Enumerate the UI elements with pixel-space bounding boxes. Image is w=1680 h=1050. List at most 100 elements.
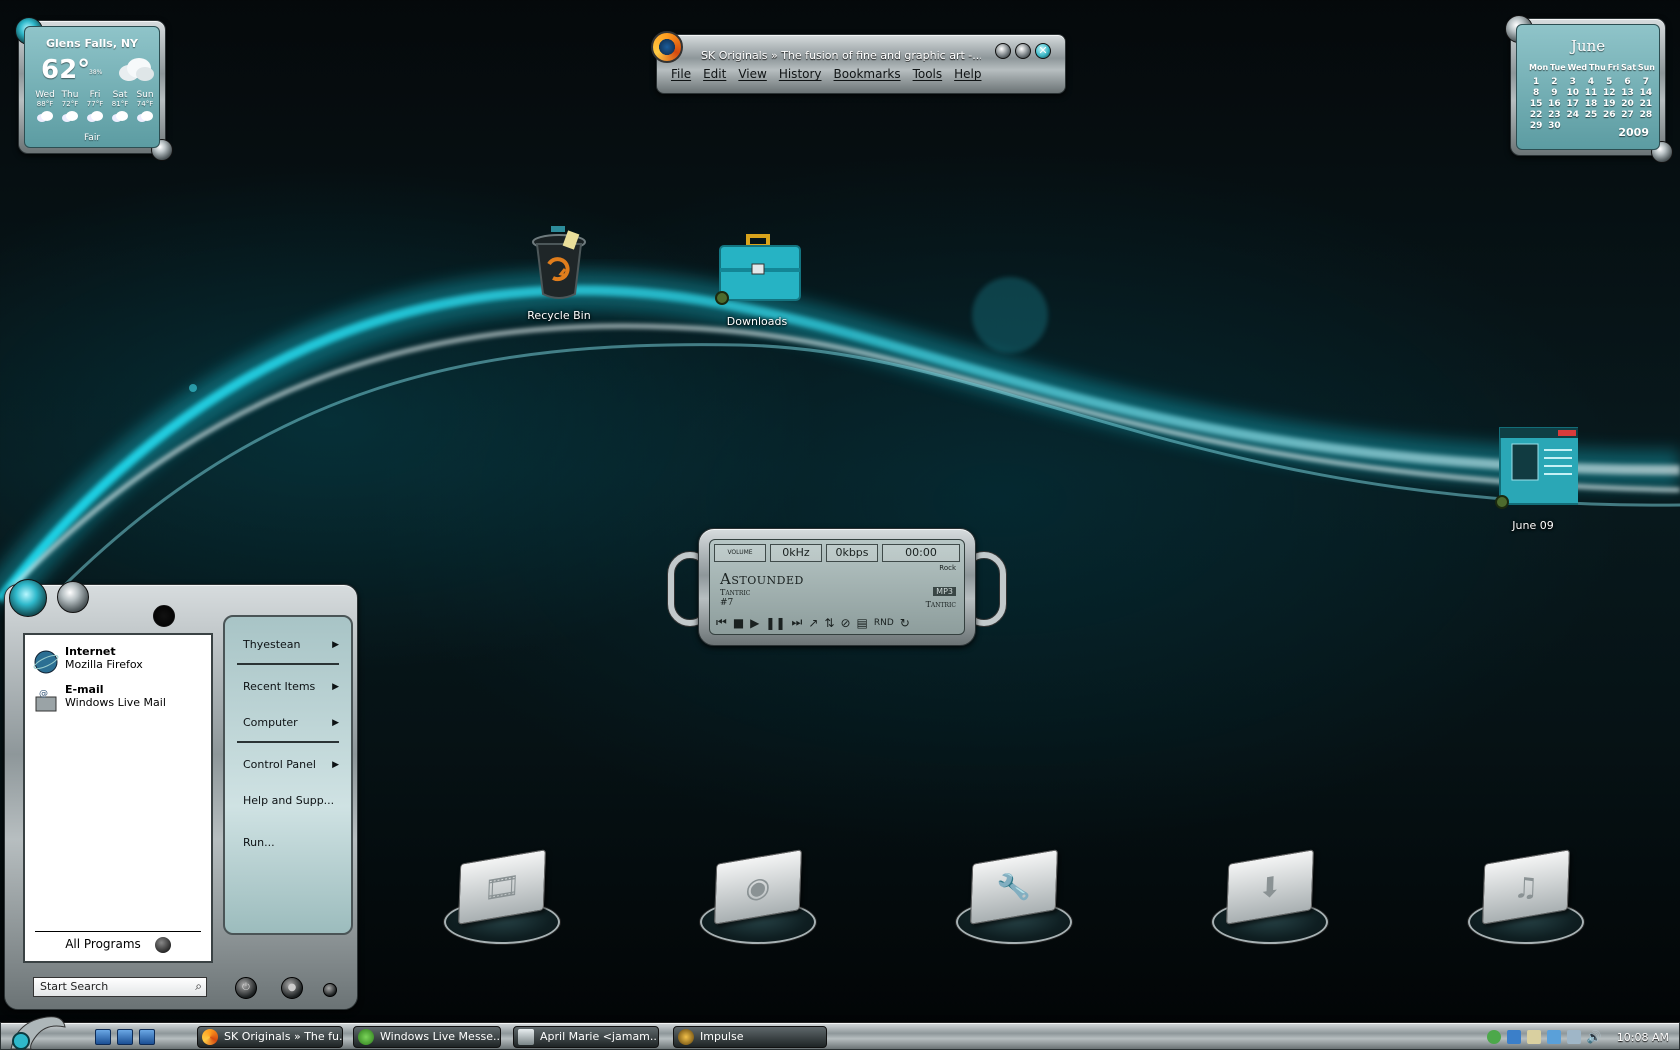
monitor-icon[interactable] xyxy=(1546,1030,1561,1044)
calendar-day[interactable]: 28 xyxy=(1637,110,1655,120)
calendar-day[interactable]: 9 xyxy=(1545,88,1563,98)
menu-item-thyestean[interactable]: Thyestean ▶ xyxy=(225,627,351,663)
previous-icon[interactable]: ⏮ xyxy=(716,615,727,630)
dock-internet[interactable]: ◉ xyxy=(698,849,818,950)
desktop-icon-june-09[interactable]: June 09 xyxy=(1478,424,1588,532)
calendar-day[interactable]: 25 xyxy=(1582,110,1600,120)
repeat-icon[interactable]: ↻ xyxy=(900,616,910,630)
program-internet[interactable]: Internet Mozilla Firefox xyxy=(25,645,211,681)
calendar-day[interactable]: 13 xyxy=(1618,88,1636,98)
play-icon[interactable]: ▶ xyxy=(750,616,759,630)
menu-help[interactable]: Help xyxy=(954,67,981,81)
player-display: VOLUME 0kHz 0kbps 00:00 Rock Astounded T… xyxy=(709,539,965,635)
close-button[interactable]: ✕ xyxy=(1035,43,1051,59)
network-status-icon[interactable] xyxy=(1486,1030,1501,1044)
calendar-day[interactable]: 16 xyxy=(1545,99,1563,109)
calendar-day[interactable]: 30 xyxy=(1545,121,1563,131)
next-icon[interactable]: ⏭ xyxy=(792,615,803,630)
minimize-button[interactable] xyxy=(995,43,1011,59)
menu-bookmarks[interactable]: Bookmarks xyxy=(834,67,901,81)
calendar-day[interactable]: 26 xyxy=(1600,110,1618,120)
menu-item-computer[interactable]: Computer ▶ xyxy=(225,705,351,741)
desktop-icon-downloads[interactable]: Downloads xyxy=(702,232,812,328)
switch-windows-icon[interactable] xyxy=(117,1029,133,1045)
ie-icon[interactable] xyxy=(139,1029,155,1045)
expand-icon[interactable]: ↗ xyxy=(808,616,818,630)
dock-tools[interactable]: 🔧 xyxy=(954,849,1074,950)
firefox-window[interactable]: SK Originals » The fusion of fine and gr… xyxy=(651,31,1066,94)
cloud-icon xyxy=(37,111,53,122)
player-body: VOLUME 0kHz 0kbps 00:00 Rock Astounded T… xyxy=(698,528,976,646)
all-programs-button[interactable]: All Programs xyxy=(35,931,201,953)
lock-button[interactable]: ● xyxy=(281,977,303,999)
taskbar-button-messenger[interactable]: Windows Live Messe... xyxy=(353,1026,501,1048)
calendar-gadget[interactable]: June Mon Tue Wed Thu Fri Sat Sun 1234567… xyxy=(1505,15,1673,163)
calendar-day[interactable]: 12 xyxy=(1600,88,1618,98)
calendar-day[interactable]: 20 xyxy=(1618,99,1636,109)
all-programs-label: All Programs xyxy=(65,937,141,951)
menu-tools[interactable]: Tools xyxy=(913,67,943,81)
calendar-day[interactable]: 29 xyxy=(1527,121,1545,131)
calendar-day[interactable]: 4 xyxy=(1582,77,1600,87)
clock[interactable]: 10:08 AM xyxy=(1617,1031,1669,1044)
taskbar-button-firefox[interactable]: SK Originals » The fu... xyxy=(197,1026,343,1048)
calendar-day[interactable]: 8 xyxy=(1527,88,1545,98)
calendar-day[interactable]: 11 xyxy=(1582,88,1600,98)
menu-view[interactable]: View xyxy=(738,67,766,81)
media-player[interactable]: VOLUME 0kHz 0kbps 00:00 Rock Astounded T… xyxy=(668,528,1006,646)
display-icon[interactable] xyxy=(1506,1030,1521,1044)
desktop-icon-recycle-bin[interactable]: Recycle Bin xyxy=(504,224,614,322)
calendar-day[interactable]: 27 xyxy=(1618,110,1636,120)
calendar-day[interactable]: 10 xyxy=(1564,88,1582,98)
sort-icon[interactable]: ⇅ xyxy=(824,616,834,630)
calendar-day[interactable]: 17 xyxy=(1564,99,1582,109)
stop-icon[interactable]: ■ xyxy=(733,616,744,630)
connection-icon[interactable] xyxy=(1566,1030,1581,1044)
menu-item-recent-items[interactable]: Recent Items ▶ xyxy=(225,669,351,705)
volume-bar[interactable]: VOLUME xyxy=(714,544,766,562)
calendar-day[interactable]: 3 xyxy=(1564,77,1582,87)
playlist-icon[interactable]: ▤ xyxy=(857,616,868,630)
menu-item-help[interactable]: Help and Supp... xyxy=(225,783,351,819)
dock-videos[interactable]: 🎞 xyxy=(442,849,562,950)
calendar-day[interactable]: 6 xyxy=(1618,77,1636,87)
calendar-day[interactable]: 19 xyxy=(1600,99,1618,109)
menu-item-run[interactable]: Run... xyxy=(225,825,351,861)
calendar-day[interactable]: 24 xyxy=(1564,110,1582,120)
shuffle-button[interactable]: RND xyxy=(874,618,894,628)
calendar-day[interactable]: 23 xyxy=(1545,110,1563,120)
calendar-day[interactable]: 7 xyxy=(1637,77,1655,87)
calendar-day[interactable]: 22 xyxy=(1527,110,1545,120)
calendar-day[interactable]: 14 xyxy=(1637,88,1655,98)
start-search-input[interactable]: Start Search ⌕ xyxy=(33,977,207,997)
calendar-day[interactable]: 18 xyxy=(1582,99,1600,109)
pause-icon[interactable]: ❚❚ xyxy=(765,616,785,630)
program-email[interactable]: @ E-mail Windows Live Mail xyxy=(25,683,211,719)
battery-icon[interactable] xyxy=(1526,1030,1541,1044)
mail-icon xyxy=(518,1029,534,1045)
volume-icon[interactable]: 🔊 xyxy=(1587,1030,1602,1044)
power-button[interactable]: ⏻ xyxy=(235,977,257,999)
calendar-day[interactable]: 15 xyxy=(1527,99,1545,109)
shutdown-options-button[interactable] xyxy=(323,983,337,997)
mute-icon[interactable]: ⊘ xyxy=(840,616,850,630)
menu-history[interactable]: History xyxy=(779,67,822,81)
calendar-day[interactable]: 2 xyxy=(1545,77,1563,87)
start-orb-icon[interactable] xyxy=(7,1013,67,1050)
dock-downloads[interactable]: ⬇ xyxy=(1210,849,1330,950)
taskbar-button-impulse[interactable]: Impulse xyxy=(673,1026,827,1048)
dock-music[interactable]: ♫ xyxy=(1466,849,1586,950)
calendar-day[interactable]: 5 xyxy=(1600,77,1618,87)
menu-edit[interactable]: Edit xyxy=(703,67,726,81)
weather-gadget[interactable]: Glens Falls, NY 62° 38% Wed 88°F Thu 72°… xyxy=(15,17,173,161)
forecast-high: 77°F xyxy=(86,100,104,108)
menu-item-control-panel[interactable]: Control Panel ▶ xyxy=(225,747,351,783)
calendar-day[interactable]: 1 xyxy=(1527,77,1545,87)
show-desktop-icon[interactable] xyxy=(95,1029,111,1045)
menu-file[interactable]: File xyxy=(671,67,691,81)
search-icon[interactable]: ⌕ xyxy=(195,979,202,994)
calendar-day[interactable]: 21 xyxy=(1637,99,1655,109)
forecast-day-name: Sun xyxy=(136,90,154,100)
maximize-button[interactable] xyxy=(1015,43,1031,59)
taskbar-button-mail[interactable]: April Marie <jamam... xyxy=(513,1026,659,1048)
